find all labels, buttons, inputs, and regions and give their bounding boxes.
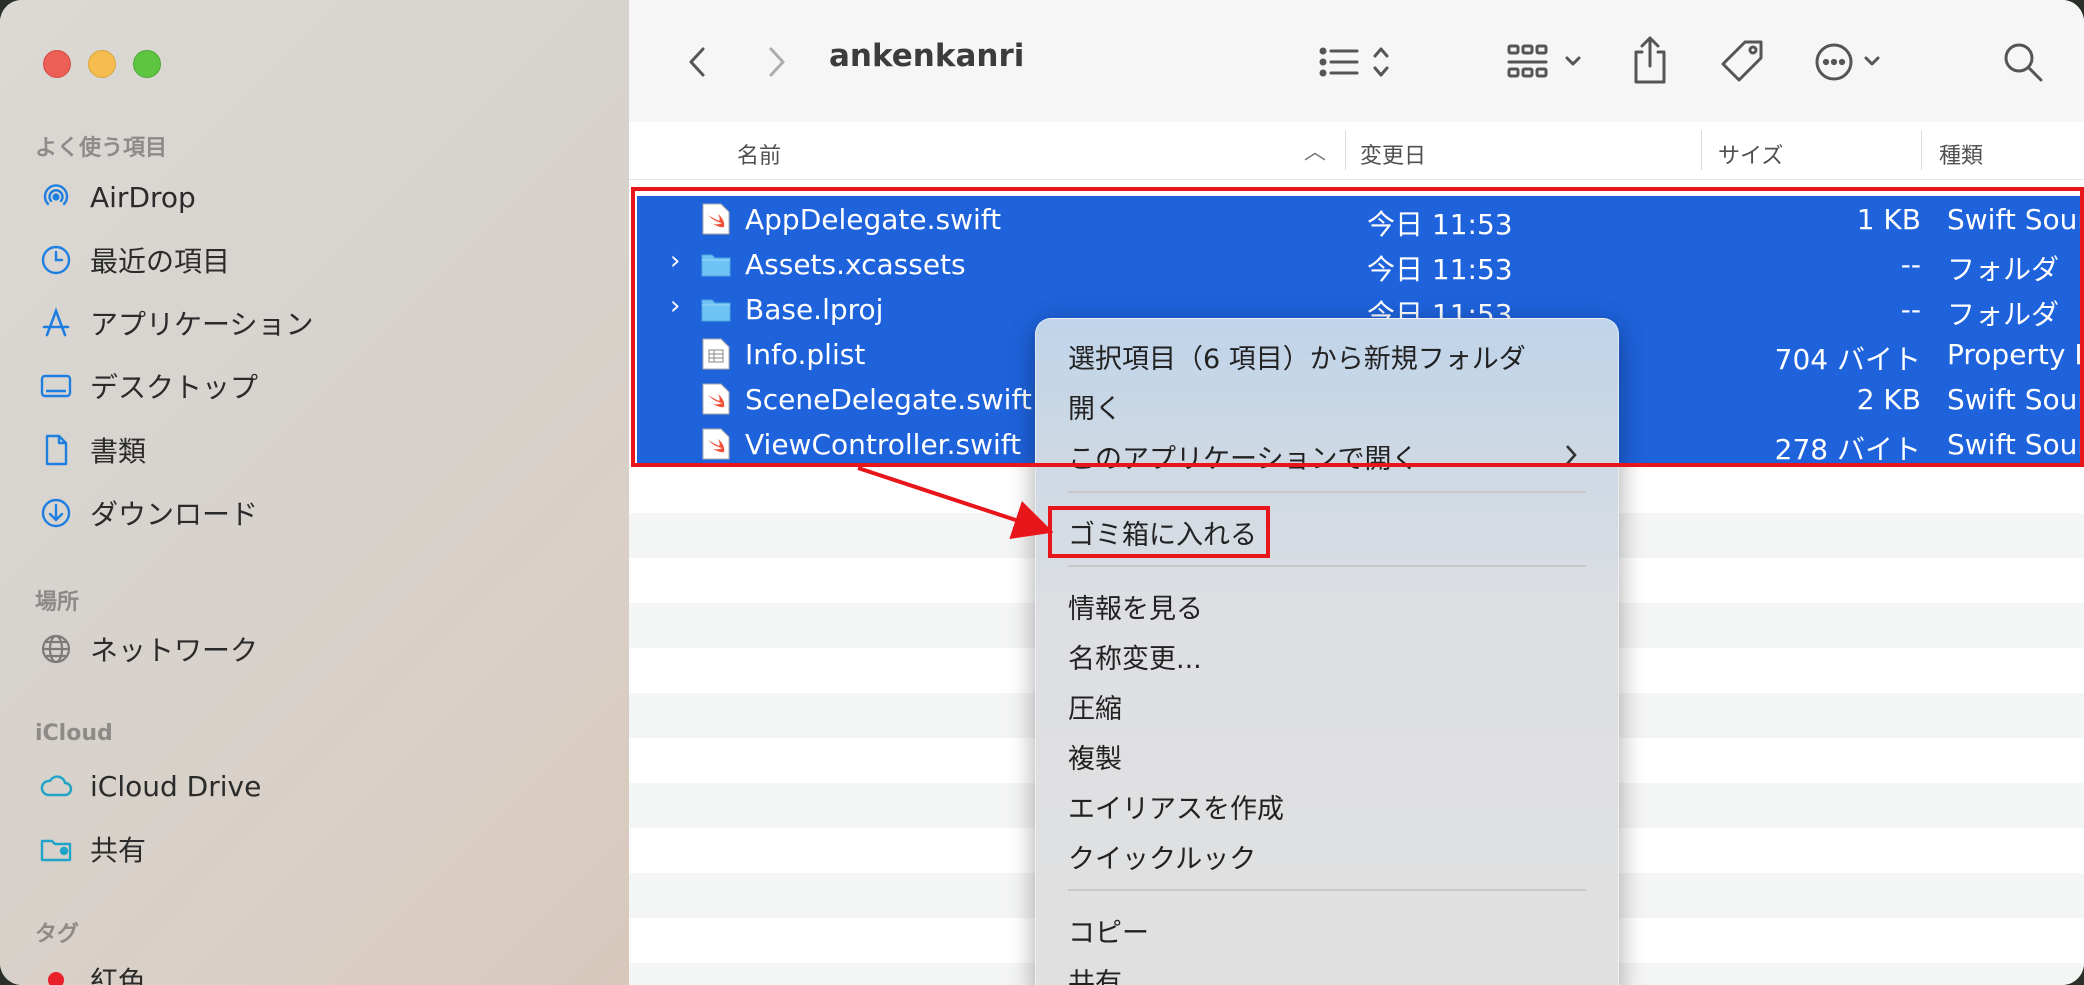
finder-window: よく使う項目 AirDrop 最近の項目 アプリケーション デスクトップ 書類 … [0,0,2084,985]
annotation-arrow-icon [857,466,1054,539]
